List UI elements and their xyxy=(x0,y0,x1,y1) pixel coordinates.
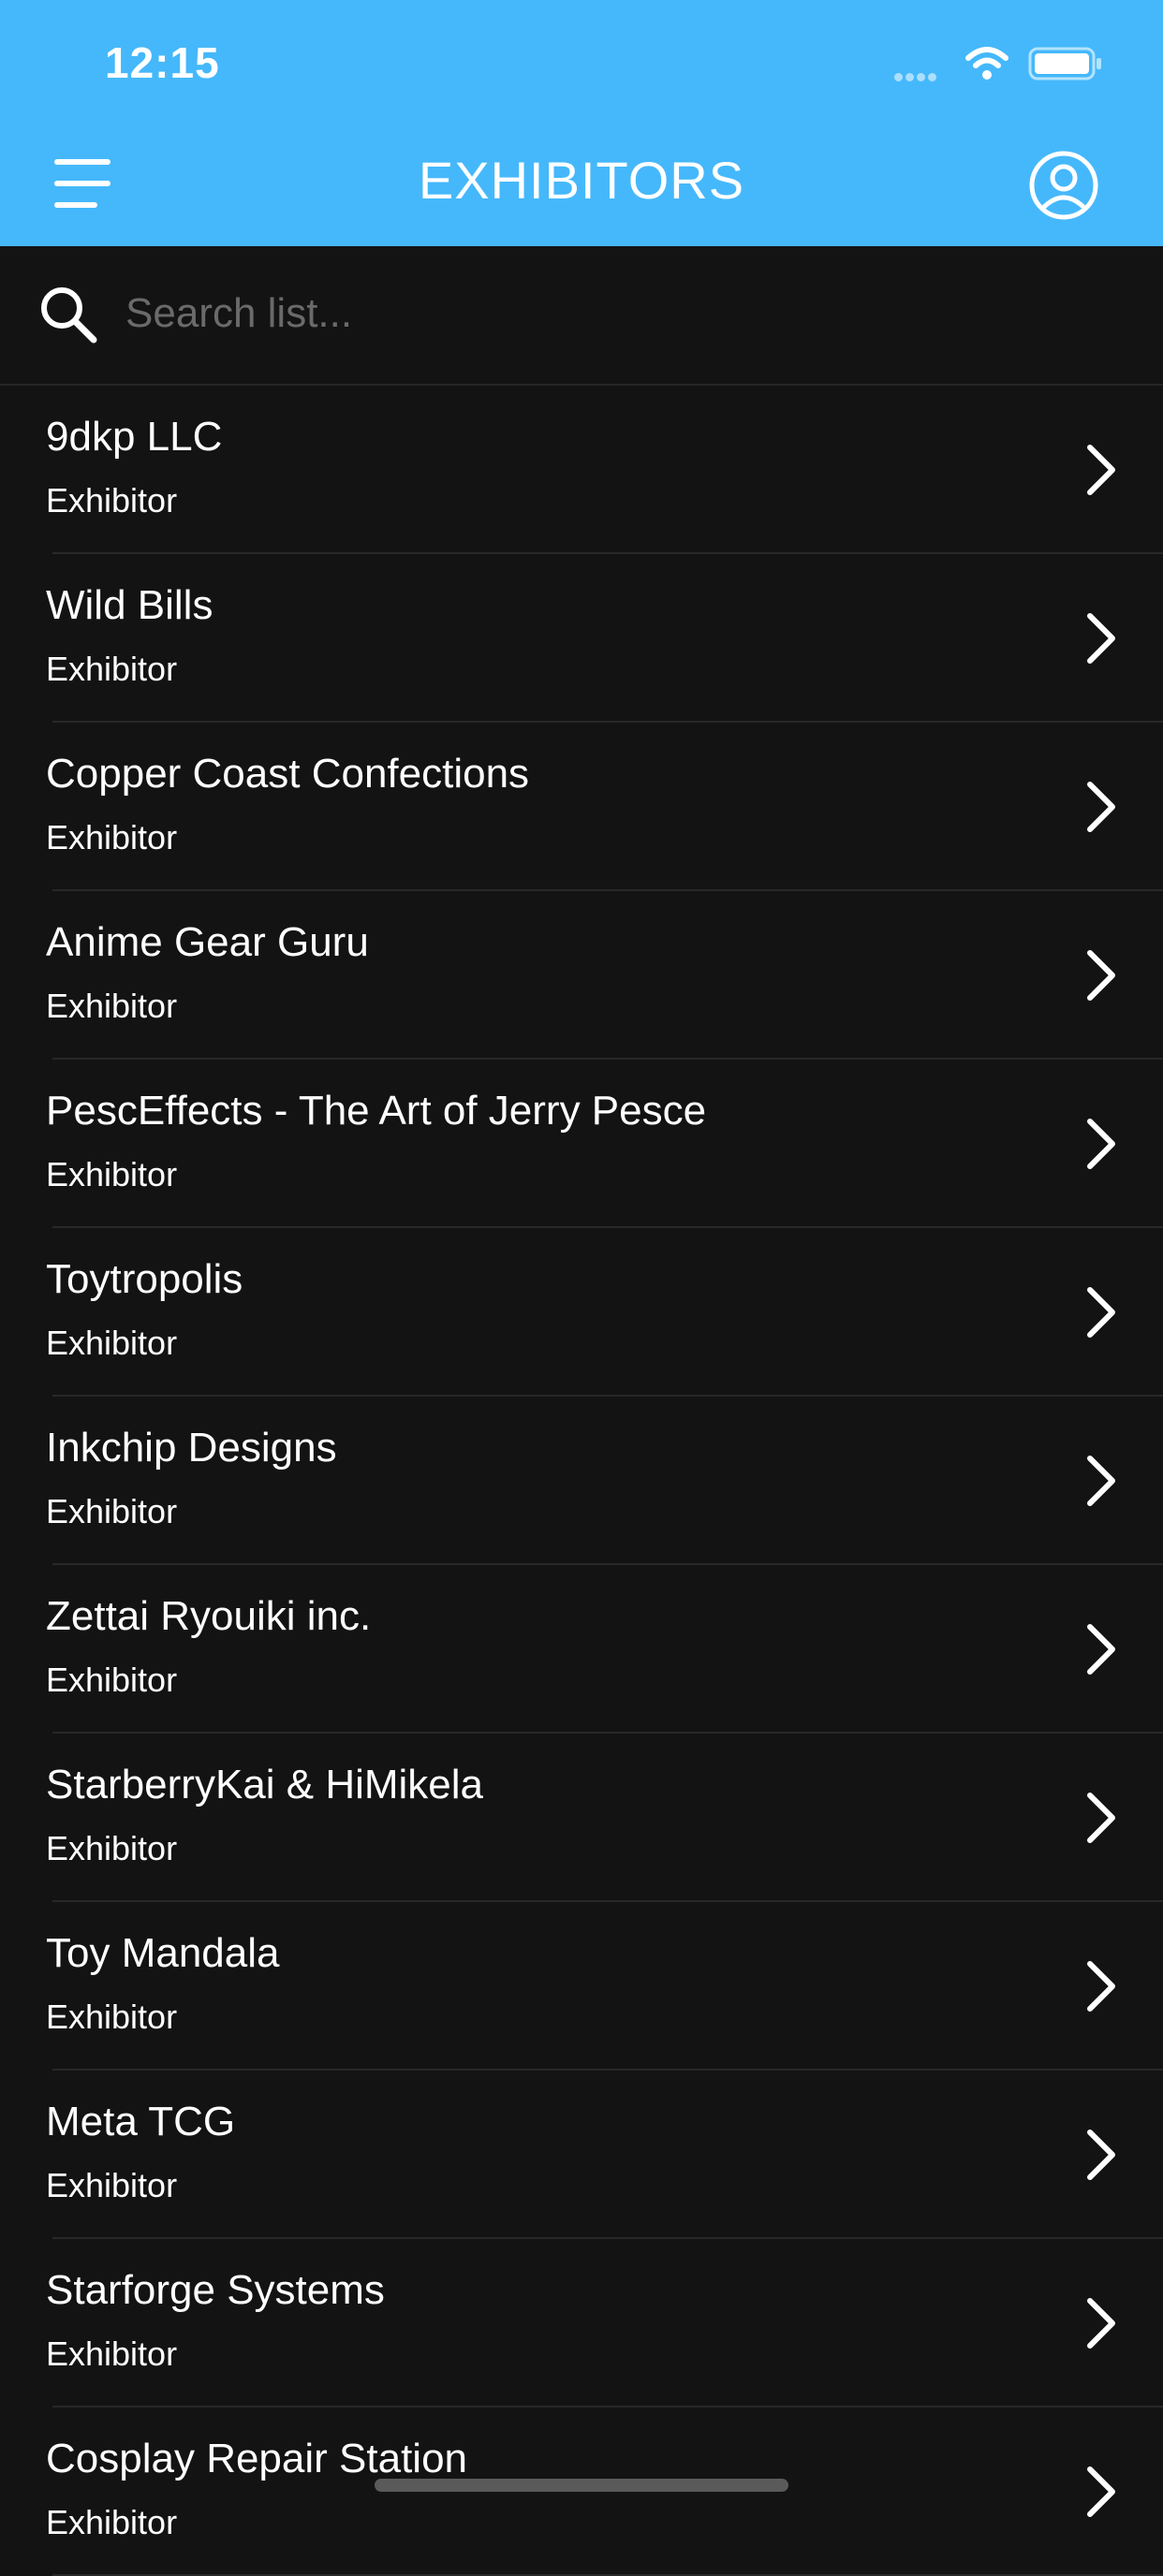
chevron-right-icon xyxy=(1087,1456,1115,1506)
list-item[interactable]: Zettai Ryouiki inc. Exhibitor xyxy=(0,1565,1163,1734)
list-item[interactable]: Anime Gear Guru Exhibitor xyxy=(0,891,1163,1060)
chevron-right-icon xyxy=(1087,2130,1115,2180)
exhibitor-name: Wild Bills xyxy=(46,582,213,628)
exhibitor-type: Exhibitor xyxy=(46,2503,178,2541)
chevron-right-icon xyxy=(1087,1119,1115,1169)
exhibitor-type: Exhibitor xyxy=(46,481,178,520)
app-header: 12:15 EXHIBITORS xyxy=(0,0,1163,246)
exhibitor-name: Zettai Ryouiki inc. xyxy=(46,1593,372,1639)
exhibitor-type: Exhibitor xyxy=(46,650,178,688)
exhibitor-name: Meta TCG xyxy=(46,2099,236,2144)
exhibitor-type: Exhibitor xyxy=(46,1998,178,2036)
list-item[interactable]: Inkchip Designs Exhibitor xyxy=(0,1397,1163,1565)
search-input[interactable] xyxy=(125,285,1118,342)
list-item[interactable]: Cosplay Repair Station Exhibitor xyxy=(0,2408,1163,2576)
search-icon xyxy=(41,287,97,344)
exhibitor-name: Toy Mandala xyxy=(46,1930,280,1976)
list-item[interactable]: Toy Mandala Exhibitor xyxy=(0,1902,1163,2071)
chevron-right-icon xyxy=(1087,1961,1115,2012)
chevron-right-icon xyxy=(1087,1624,1115,1675)
list-item[interactable]: 9dkp LLC Exhibitor xyxy=(0,386,1163,554)
exhibitor-name: Copper Coast Confections xyxy=(46,751,530,797)
chevron-right-icon xyxy=(1087,1793,1115,1843)
exhibitor-type: Exhibitor xyxy=(46,987,178,1025)
page-title: EXHIBITORS xyxy=(418,151,745,210)
chevron-right-icon xyxy=(1087,950,1115,1001)
exhibitor-name: PescEffects - The Art of Jerry Pesce xyxy=(46,1088,707,1134)
chevron-right-icon xyxy=(1087,1287,1115,1338)
exhibitor-type: Exhibitor xyxy=(46,1155,178,1193)
exhibitor-name: 9dkp LLC xyxy=(46,414,223,460)
list-item[interactable]: Copper Coast Confections Exhibitor xyxy=(0,723,1163,891)
exhibitor-type: Exhibitor xyxy=(46,1492,178,1530)
chevron-right-icon xyxy=(1087,445,1115,495)
exhibitor-type: Exhibitor xyxy=(46,818,178,856)
wifi-icon xyxy=(965,47,1008,80)
list-item[interactable]: Wild Bills Exhibitor xyxy=(0,554,1163,723)
chevron-right-icon xyxy=(1087,613,1115,664)
battery-icon xyxy=(1028,47,1101,80)
exhibitor-name: Cosplay Repair Station xyxy=(46,2436,468,2481)
list-item[interactable]: Meta TCG Exhibitor xyxy=(0,2071,1163,2239)
cellular-signal-icon xyxy=(894,69,950,81)
exhibitor-type: Exhibitor xyxy=(46,1661,178,1699)
list-item[interactable]: Starforge Systems Exhibitor xyxy=(0,2239,1163,2408)
exhibitor-type: Exhibitor xyxy=(46,1829,178,1867)
user-circle-icon xyxy=(1029,151,1098,220)
exhibitor-name: Anime Gear Guru xyxy=(46,919,369,965)
exhibitor-type: Exhibitor xyxy=(46,2334,178,2373)
profile-button[interactable] xyxy=(1028,150,1099,221)
chevron-right-icon xyxy=(1087,2298,1115,2349)
list-item[interactable]: StarberryKai & HiMikela Exhibitor xyxy=(0,1734,1163,1902)
chevron-right-icon xyxy=(1087,782,1115,832)
home-indicator[interactable] xyxy=(375,2479,788,2492)
exhibitor-name: Inkchip Designs xyxy=(46,1425,337,1471)
exhibitor-name: Starforge Systems xyxy=(46,2267,385,2313)
exhibitor-name: StarberryKai & HiMikela xyxy=(46,1762,484,1808)
exhibitor-name: Toytropolis xyxy=(46,1256,243,1302)
list-item[interactable]: PescEffects - The Art of Jerry Pesce Exh… xyxy=(0,1060,1163,1228)
exhibitor-type: Exhibitor xyxy=(46,2166,178,2204)
status-time: 12:15 xyxy=(105,38,220,87)
list-item[interactable]: Toytropolis Exhibitor xyxy=(0,1228,1163,1397)
exhibitor-type: Exhibitor xyxy=(46,1324,178,1362)
chevron-right-icon xyxy=(1087,2466,1115,2517)
search-bar xyxy=(0,246,1163,386)
exhibitor-list: 9dkp LLC Exhibitor Wild Bills Exhibitor … xyxy=(0,386,1163,2576)
